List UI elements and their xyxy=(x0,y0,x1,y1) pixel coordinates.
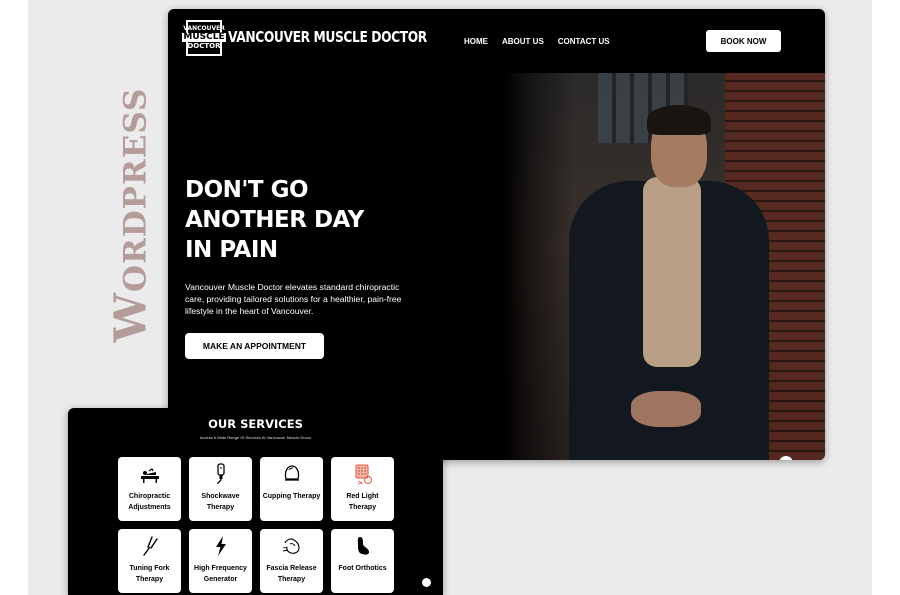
nav-home[interactable]: HOME xyxy=(464,37,488,46)
tuning-fork-icon xyxy=(139,535,161,557)
headline-line-3: IN PAIN xyxy=(185,237,278,263)
shockwave-device-icon xyxy=(210,463,232,485)
service-card-red-light[interactable]: Red Light Therapy xyxy=(331,457,394,521)
wordpress-label: Wordpress xyxy=(105,87,157,343)
cupping-cup-icon xyxy=(281,463,303,485)
nav-about-us[interactable]: ABOUT US xyxy=(502,37,544,46)
foot-orthotic-icon xyxy=(352,535,374,557)
service-label: Fascia Release Therapy xyxy=(266,565,317,583)
headline-line-1: DON'T GO xyxy=(185,177,309,203)
person-hair xyxy=(647,105,711,135)
brand-name[interactable]: VANCOUVER MUSCLE DOCTOR xyxy=(228,28,427,46)
service-card-high-frequency[interactable]: High Frequency Generator xyxy=(189,529,252,593)
lightning-bolt-icon xyxy=(210,535,232,557)
services-grid: Chiropractic Adjustments Shockwave Thera… xyxy=(118,457,394,593)
services-section: OUR SERVICES Access A Wide Range Of Serv… xyxy=(68,408,443,595)
service-card-tuning-fork[interactable]: Tuning Fork Therapy xyxy=(118,529,181,593)
website-mockup: VANCOUVER MUSCLE DOCTOR VANCOUVER MUSCLE… xyxy=(168,9,825,460)
services-title: OUR SERVICES xyxy=(208,417,303,431)
hero-photo xyxy=(503,73,825,460)
scroll-indicator[interactable] xyxy=(422,578,431,587)
headline-line-2: ANOTHER DAY xyxy=(185,207,364,233)
main-nav: HOME ABOUT US CONTACT US xyxy=(464,37,610,46)
fascia-release-icon xyxy=(281,535,303,557)
hero-tagline: Vancouver Muscle Doctor elevates standar… xyxy=(185,282,402,316)
service-label: High Frequency Generator xyxy=(194,565,247,583)
person-hands xyxy=(631,391,701,427)
service-card-chiropractic[interactable]: Chiropractic Adjustments xyxy=(118,457,181,521)
make-appointment-button[interactable]: MAKE AN APPOINTMENT xyxy=(185,333,324,359)
red-light-panel-icon xyxy=(352,463,374,485)
service-label: Shockwave Therapy xyxy=(201,493,240,511)
service-card-cupping[interactable]: Cupping Therapy xyxy=(260,457,323,521)
service-label: Chiropractic Adjustments xyxy=(128,493,171,511)
site-logo[interactable]: VANCOUVER MUSCLE DOCTOR xyxy=(182,20,226,56)
chiropractic-table-icon xyxy=(139,463,161,485)
service-card-fascia-release[interactable]: Fascia Release Therapy xyxy=(260,529,323,593)
hero-headline: DON'T GO ANOTHER DAY IN PAIN xyxy=(185,175,364,265)
services-subtitle: Access A Wide Range Of Services At Vanco… xyxy=(199,435,312,440)
person-scarf xyxy=(643,177,701,367)
service-label: Cupping Therapy xyxy=(262,493,321,500)
logo-line-2: MUSCLE xyxy=(182,32,226,42)
service-card-foot-orthotics[interactable]: Foot Orthotics xyxy=(331,529,394,593)
service-label: Red Light Therapy xyxy=(346,493,379,511)
service-card-shockwave[interactable]: Shockwave Therapy xyxy=(189,457,252,521)
book-now-button[interactable]: BOOK NOW xyxy=(706,30,781,52)
nav-contact-us[interactable]: CONTACT US xyxy=(558,37,610,46)
service-label: Tuning Fork Therapy xyxy=(129,565,170,583)
logo-line-3: DOCTOR xyxy=(187,42,221,50)
service-label: Foot Orthotics xyxy=(338,565,387,572)
